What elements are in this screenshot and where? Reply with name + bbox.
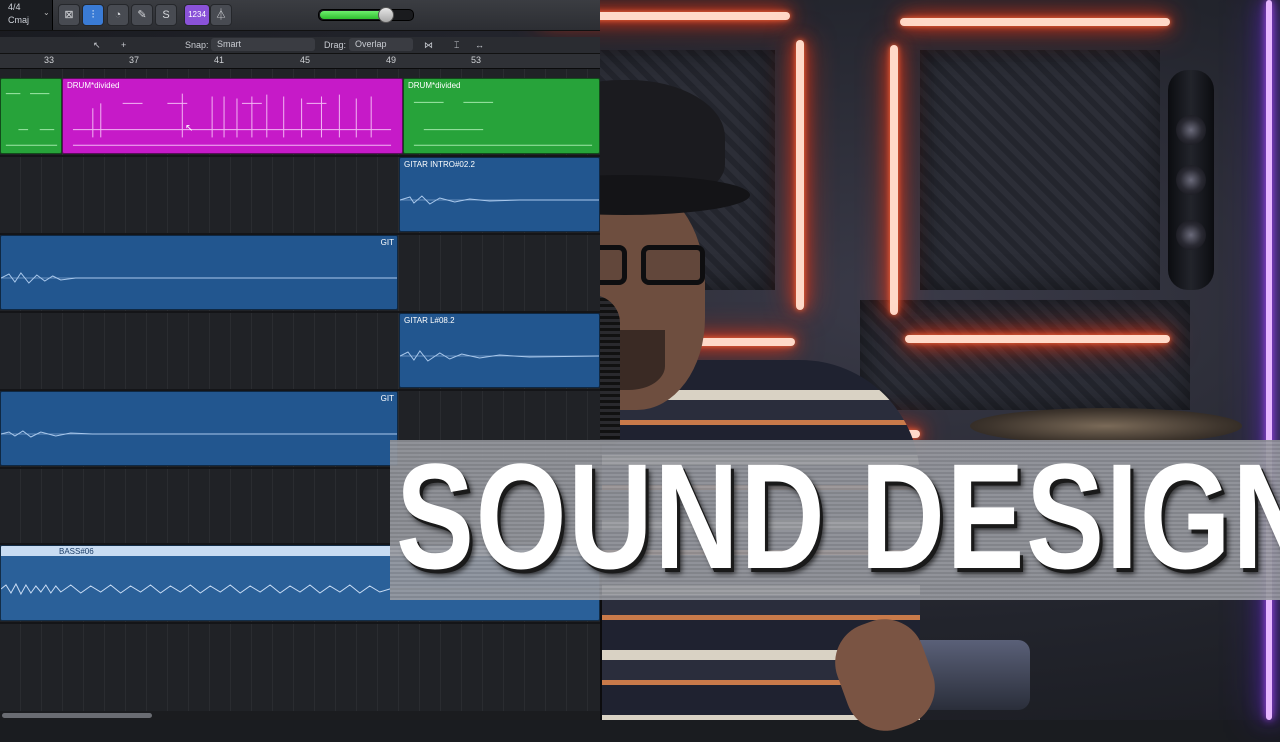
chevron-down-icon[interactable]: ⌄: [43, 8, 50, 17]
snap-select[interactable]: Smart: [211, 38, 315, 51]
neon-light-purple-edge: [1266, 0, 1272, 720]
bar-number: 49: [386, 55, 397, 65]
master-volume-slider[interactable]: [318, 7, 414, 23]
timeline-ruler[interactable]: 33 37 41 45 49 53: [0, 54, 600, 69]
bar-number: 33: [44, 55, 55, 65]
drum-region-left[interactable]: [0, 78, 62, 154]
tracks-area[interactable]: DRUM*divided ↖ DRUM*divided GITAR INTRO#…: [0, 69, 600, 711]
vertical-zoom-icon[interactable]: ⌶: [454, 40, 459, 51]
metronome-icon[interactable]: ⏃: [210, 4, 232, 26]
git-region-2[interactable]: GIT: [0, 391, 398, 466]
score-icon[interactable]: S: [155, 4, 177, 26]
gitar-intro-region[interactable]: GITAR INTRO#02.2: [399, 157, 600, 232]
key-signature: Cmaj: [8, 15, 30, 25]
horizontal-scrollbar[interactable]: [0, 711, 600, 720]
mixer-icon[interactable]: ⫶: [82, 4, 104, 26]
region-name: BASS#06: [59, 547, 94, 556]
horizontal-zoom-icon[interactable]: ↔: [475, 40, 484, 50]
pointer-tool-icon[interactable]: ↖: [93, 40, 101, 51]
time-signature: 4/4: [8, 2, 21, 12]
pencil-icon[interactable]: ✎: [131, 4, 153, 26]
master-volume-knob[interactable]: [378, 7, 394, 23]
video-title: SOUND DESIGN: [396, 432, 1280, 600]
region-name: GIT: [380, 394, 394, 403]
mouse-cursor-icon: ↖: [185, 123, 194, 134]
count-in-button[interactable]: 1234: [184, 4, 210, 26]
region-name: GITAR L#08.2: [404, 316, 455, 325]
neon-light-top-right: [900, 18, 1170, 26]
gauge-icon[interactable]: ◔: [107, 4, 129, 26]
region-name: GIT: [380, 238, 394, 247]
drum-region-selected[interactable]: DRUM*divided ↖: [62, 78, 403, 154]
tracks-toolbar: ↖ + Snap: Smart Drag: Overlap ⋈ ⌶ ↔: [0, 37, 600, 54]
studio-speaker: [1168, 70, 1214, 290]
drum-region-right[interactable]: DRUM*divided: [403, 78, 600, 154]
shield-x-icon[interactable]: ⊠: [58, 4, 80, 26]
daw-window: 4/4 Cmaj ⌄ ⊠ ⫶ ◔ ✎ S 1234 ⏃ ↖ + Snap: Sm…: [0, 0, 600, 720]
crosshair-tool-icon[interactable]: +: [121, 40, 126, 50]
drag-label: Drag:: [324, 40, 347, 50]
bar-number: 41: [214, 55, 225, 65]
lcd-display[interactable]: 4/4 Cmaj ⌄: [0, 0, 53, 30]
scrollbar-thumb[interactable]: [2, 713, 152, 718]
neon-light-mid-right: [905, 335, 1170, 343]
snap-label: Snap:: [185, 40, 209, 50]
gitar-l-region[interactable]: GITAR L#08.2: [399, 313, 600, 388]
drag-select[interactable]: Overlap: [349, 38, 413, 51]
bar-number: 53: [471, 55, 482, 65]
control-bar: 4/4 Cmaj ⌄ ⊠ ⫶ ◔ ✎ S 1234 ⏃: [0, 0, 600, 31]
bar-number: 45: [300, 55, 311, 65]
bar-number: 37: [129, 55, 140, 65]
master-volume-fill: [320, 11, 384, 19]
acoustic-panel-right: [920, 50, 1160, 290]
git-region-1[interactable]: GIT: [0, 235, 398, 310]
waveform-zoom-icon[interactable]: ⋈: [424, 40, 433, 51]
region-name: GITAR INTRO#02.2: [404, 160, 475, 169]
